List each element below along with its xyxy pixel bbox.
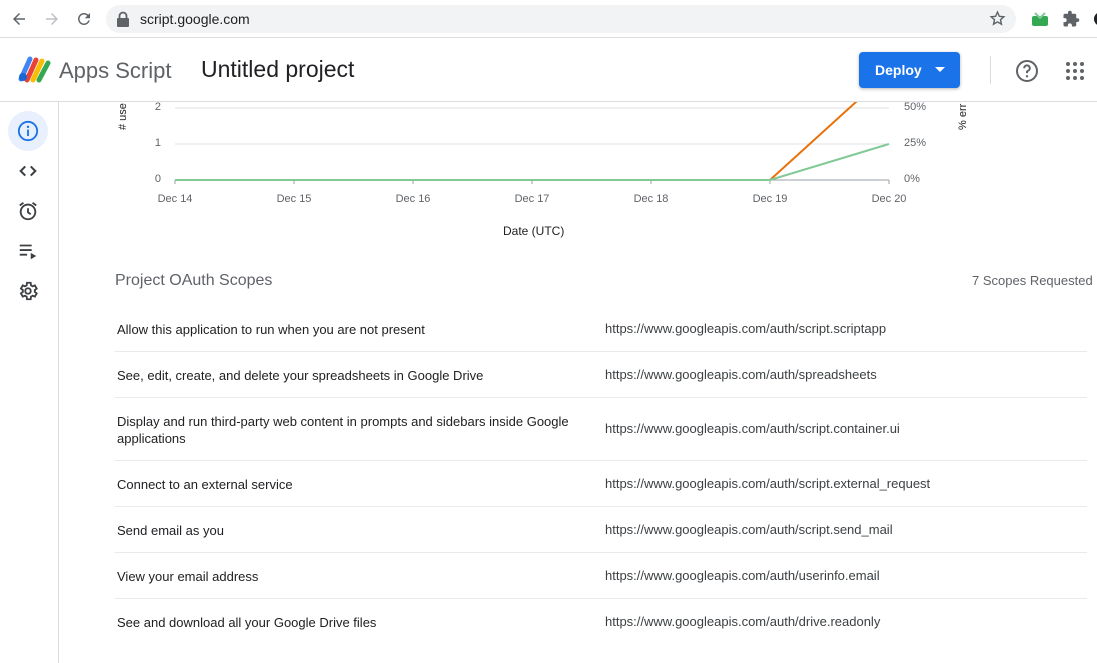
scope-row: See and download all your Google Drive f…: [115, 599, 1087, 644]
left-tick-label: 0: [154, 173, 161, 185]
left-tick-label: 2: [154, 101, 161, 113]
scopes-heading: Project OAuth Scopes: [115, 272, 273, 289]
sidebar-item-editor[interactable]: [8, 151, 48, 191]
scope-description: Send email as you: [117, 523, 224, 538]
x-axis-label: Date (UTC): [503, 224, 565, 238]
usage-chart: # use % err 0 1 2 0% 25% 50% Dec 14 Dec 15 Dec…: [59, 101, 1097, 252]
scope-row: See, edit, create, and delete your sprea…: [115, 352, 1087, 398]
reload-icon[interactable]: [73, 8, 95, 30]
scope-url: https://www.googleapis.com/auth/spreadsh…: [605, 367, 877, 382]
address-bar[interactable]: script.google.com: [106, 5, 1016, 33]
scope-row: Display and run third-party web content …: [115, 398, 1087, 461]
x-tick-label: Dec 18: [633, 193, 669, 205]
playlist-play-icon: [19, 244, 37, 260]
app-name[interactable]: Apps Script: [59, 58, 172, 84]
x-tick-label: Dec 15: [276, 193, 312, 205]
apps-grid-icon[interactable]: [1063, 59, 1087, 83]
lock-icon: [116, 11, 130, 32]
scope-description: See and download all your Google Drive f…: [117, 615, 377, 630]
x-tick-label: Dec 17: [514, 193, 550, 205]
left-nav: [0, 102, 59, 663]
info-icon: [17, 120, 39, 142]
series-line-1: [175, 143, 890, 181]
scope-url: https://www.googleapis.com/auth/script.c…: [605, 421, 900, 436]
extensions-puzzle-icon[interactable]: [1061, 9, 1081, 29]
scope-row: View your email address https://www.goog…: [115, 553, 1087, 599]
header-divider: [990, 56, 991, 84]
gear-icon: [19, 281, 38, 301]
app-header: Apps Script Untitled project Deploy: [0, 38, 1097, 102]
scope-url: https://www.googleapis.com/auth/userinfo…: [605, 568, 880, 583]
dropdown-caret-icon: [935, 67, 945, 72]
scope-url: https://www.googleapis.com/auth/script.s…: [605, 321, 887, 336]
chart-plot: [174, 102, 890, 184]
deploy-button-label: Deploy: [875, 62, 922, 78]
scope-description: Connect to an external service: [117, 477, 293, 492]
x-tick-label: Dec 19: [752, 193, 788, 205]
back-arrow-icon[interactable]: [8, 8, 30, 30]
scope-url: https://www.googleapis.com/auth/script.e…: [605, 476, 931, 491]
scope-description: See, edit, create, and delete your sprea…: [117, 368, 484, 383]
x-tick-label: Dec 16: [395, 193, 431, 205]
left-axis-label: # use: [117, 103, 129, 130]
x-tick-label: Dec 20: [871, 193, 907, 205]
scope-url: https://www.googleapis.com/auth/drive.re…: [605, 614, 881, 629]
scope-description: View your email address: [117, 569, 259, 584]
forward-arrow-icon[interactable]: [41, 8, 63, 30]
scope-description: Allow this application to run when you a…: [117, 322, 425, 337]
bookmark-star-icon[interactable]: [989, 10, 1006, 32]
code-icon: [19, 165, 37, 177]
sidebar-item-triggers[interactable]: [8, 191, 48, 231]
right-tick-label: 25%: [904, 137, 927, 149]
sidebar-item-executions[interactable]: [8, 231, 48, 271]
series-line-0: [175, 102, 858, 181]
scope-row: Connect to an external service https://w…: [115, 461, 1087, 507]
scope-row: Allow this application to run when you a…: [115, 306, 1087, 352]
scopes-count: 7 Scopes Requested: [972, 273, 1093, 288]
sidebar-item-overview[interactable]: [8, 111, 48, 151]
scope-description: Display and run third-party web content …: [117, 414, 569, 446]
right-axis-label: % err: [957, 103, 969, 130]
help-icon[interactable]: [1015, 59, 1039, 83]
x-tick-label: Dec 14: [157, 193, 193, 205]
browser-toolbar: script.google.com: [0, 0, 1097, 38]
right-tick-label: 0%: [904, 173, 920, 185]
alarm-clock-icon: [19, 202, 37, 221]
profile-avatar-icon[interactable]: [1088, 9, 1097, 29]
apps-script-logo-icon[interactable]: [18, 55, 52, 88]
extension-inbox-icon[interactable]: [1030, 9, 1050, 29]
left-tick-label: 1: [154, 137, 161, 149]
scope-row: Send email as you https://www.googleapis…: [115, 507, 1087, 553]
project-title[interactable]: Untitled project: [201, 56, 354, 83]
right-tick-label: 50%: [904, 101, 927, 113]
deploy-button[interactable]: Deploy: [859, 52, 960, 88]
scope-url: https://www.googleapis.com/auth/script.s…: [605, 522, 893, 537]
sidebar-item-settings[interactable]: [8, 271, 48, 311]
address-url: script.google.com: [140, 11, 250, 27]
